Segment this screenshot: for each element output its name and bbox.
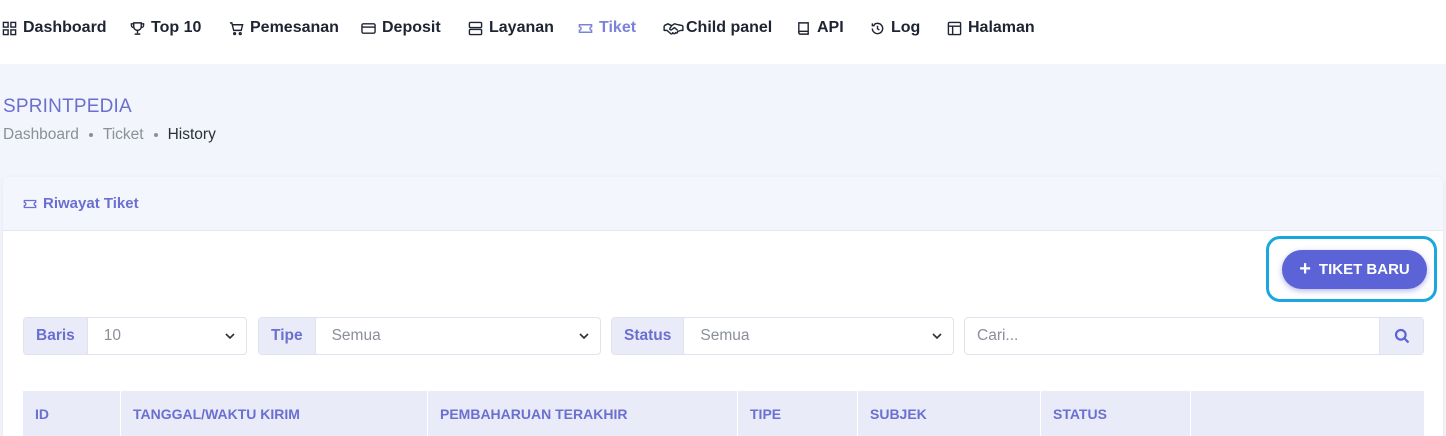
breadcrumb: Dashboard Ticket History — [3, 126, 216, 144]
chevron-down-icon — [225, 333, 235, 340]
new-ticket-label: TIKET BARU — [1318, 261, 1410, 278]
type-select-value: Semua — [331, 327, 381, 344]
type-filter-label: Tipe — [259, 318, 316, 354]
column-header-last-update[interactable]: PEMBAHARUAN TERAKHIR — [428, 391, 738, 436]
breadcrumb-dashboard[interactable]: Dashboard — [3, 126, 79, 144]
top-navigation: Dashboard Top 10 Pemesanan Deposit Layan… — [0, 0, 1446, 64]
nav-item-halaman[interactable]: Halaman — [947, 17, 1035, 39]
nav-item-label: Log — [891, 19, 921, 36]
type-filter: Tipe Semua — [258, 317, 601, 355]
nav-item-label: Dashboard — [23, 19, 107, 36]
layout-icon — [947, 21, 962, 35]
breadcrumb-separator — [153, 133, 158, 137]
new-ticket-highlight: + TIKET BARU — [1266, 236, 1437, 302]
ticket-icon — [578, 23, 593, 33]
column-header-status[interactable]: STATUS — [1041, 391, 1191, 436]
card-header: Riwayat Tiket — [3, 177, 1443, 231]
status-select-value: Semua — [700, 327, 750, 344]
rows-select-value: 10 — [103, 327, 122, 344]
nav-item-top10[interactable]: Top 10 — [130, 17, 201, 39]
nav-item-label: Halaman — [968, 19, 1035, 36]
rows-filter: Baris 10 — [23, 317, 247, 355]
breadcrumb-separator — [88, 133, 93, 137]
breadcrumb-ticket[interactable]: Ticket — [103, 126, 144, 144]
card-icon — [361, 22, 376, 34]
trophy-icon — [130, 21, 145, 35]
nav-item-label: Child panel — [686, 19, 773, 36]
ticket-history-card: Riwayat Tiket + TIKET BARU Baris 10 Tipe… — [3, 177, 1443, 436]
search-input[interactable]: Cari... — [965, 318, 1379, 354]
chevron-down-icon — [932, 333, 942, 340]
grid-icon — [2, 21, 17, 35]
plus-icon: + — [1299, 257, 1311, 280]
status-filter: Status Semua — [611, 317, 954, 355]
column-header-subject[interactable]: SUBJEK — [858, 391, 1041, 436]
nav-item-label: Layanan — [489, 19, 554, 36]
nav-item-label: Deposit — [382, 19, 441, 36]
nav-item-label: API — [817, 19, 844, 36]
column-header-id[interactable]: ID — [23, 391, 121, 436]
status-filter-label: Status — [612, 318, 685, 354]
column-header-action — [1191, 391, 1424, 436]
ticket-icon — [23, 199, 37, 208]
nav-item-label: Tiket — [599, 19, 637, 36]
table-header: ID TANGGAL/WAKTU KIRIM PEMBAHARUAN TERAK… — [23, 391, 1424, 436]
nav-item-log[interactable]: Log — [870, 17, 920, 39]
history-icon — [871, 22, 884, 34]
book-icon — [798, 21, 809, 35]
rows-select[interactable]: 10 — [88, 318, 246, 354]
new-ticket-button[interactable]: + TIKET BARU — [1282, 250, 1427, 289]
nav-item-child-panel[interactable]: Child panel — [663, 17, 772, 39]
column-header-sent-date[interactable]: TANGGAL/WAKTU KIRIM — [121, 391, 428, 436]
nav-item-label: Top 10 — [151, 19, 202, 36]
handshake-icon — [663, 22, 684, 35]
card-title: Riwayat Tiket — [23, 195, 139, 212]
rows-filter-label: Baris — [24, 318, 88, 354]
cart-icon — [229, 21, 244, 35]
nav-item-layanan[interactable]: Layanan — [468, 17, 554, 39]
breadcrumb-history: History — [167, 126, 216, 143]
nav-item-pemesanan[interactable]: Pemesanan — [229, 17, 339, 39]
card-title-text: Riwayat Tiket — [43, 195, 139, 212]
page-title: SPRINTPEDIA — [3, 96, 132, 117]
chevron-down-icon — [579, 333, 589, 340]
nav-item-dashboard[interactable]: Dashboard — [2, 17, 107, 39]
type-select[interactable]: Semua — [316, 318, 600, 354]
nav-item-tiket[interactable]: Tiket — [578, 17, 636, 39]
search-icon — [1394, 328, 1409, 344]
nav-item-deposit[interactable]: Deposit — [361, 17, 441, 39]
nav-item-api[interactable]: API — [796, 17, 844, 39]
search-button[interactable] — [1379, 318, 1423, 354]
column-header-type[interactable]: TIPE — [738, 391, 858, 436]
status-select[interactable]: Semua — [684, 318, 953, 354]
nav-item-label: Pemesanan — [250, 19, 339, 36]
search-group: Cari... — [964, 317, 1424, 355]
server-icon — [468, 21, 483, 35]
